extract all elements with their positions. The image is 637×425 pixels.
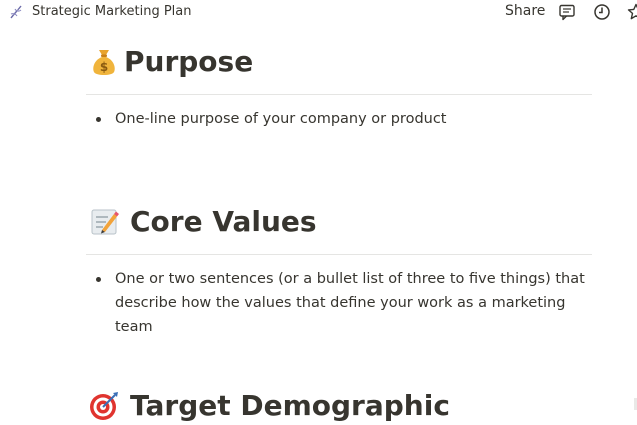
target-icon: [90, 392, 118, 420]
bullet-text[interactable]: One-line purpose of your company or prod…: [115, 107, 596, 131]
memo-icon: [91, 209, 119, 235]
comment-icon[interactable]: [558, 3, 576, 21]
dna-icon[interactable]: [8, 4, 24, 20]
list-item: One-line purpose of your company or prod…: [96, 107, 596, 131]
heading-core-values-text: Core Values: [130, 205, 317, 238]
svg-text:$: $: [100, 60, 108, 74]
heading-core-values: Core Values: [88, 205, 317, 239]
bullet-dot: [96, 277, 101, 282]
top-bar: Strategic Marketing Plan Share: [0, 0, 637, 25]
divider: [86, 94, 592, 95]
bullet-text-line-1: One or two sentences (or a bullet list o…: [115, 271, 585, 287]
heading-target-demographic-text: Target Demographic: [130, 389, 450, 422]
bullet-text[interactable]: One or two sentences (or a bullet list o…: [115, 267, 596, 339]
share-button[interactable]: Share: [505, 3, 545, 20]
divider: [86, 254, 592, 255]
clock-icon[interactable]: [593, 3, 611, 21]
star-icon[interactable]: [627, 3, 637, 21]
bullet-dot: [96, 117, 101, 122]
list-item: One or two sentences (or a bullet list o…: [96, 267, 596, 339]
breadcrumb-page-title[interactable]: Strategic Marketing Plan: [32, 4, 191, 20]
heading-purpose-text: Purpose: [124, 45, 254, 78]
money-bag-icon: $: [93, 50, 115, 75]
heading-purpose: $ Purpose: [88, 45, 253, 79]
bullet-text-line-2: describe how the values that define your…: [115, 295, 566, 335]
heading-target-demographic: Target Demographic: [88, 389, 450, 423]
